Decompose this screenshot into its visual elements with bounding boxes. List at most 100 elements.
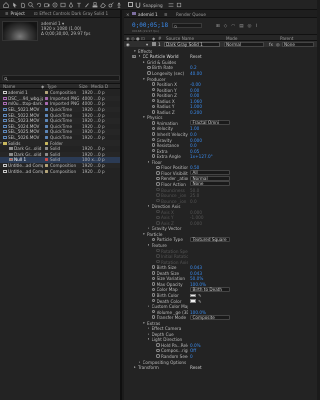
twirl-icon[interactable]: ▸ xyxy=(148,226,150,230)
effect-property-row[interactable]: ▸ Transform Reset xyxy=(124,364,317,370)
twirl-icon[interactable]: ▾ xyxy=(143,321,145,325)
stopwatch-icon[interactable] xyxy=(151,110,155,114)
snapping-checkbox[interactable] xyxy=(128,2,133,7)
layer-row[interactable]: ◉ ▾ 1 Dark Gray Solid 1 Normal fx ◎ None xyxy=(124,41,317,47)
stopwatch-icon[interactable] xyxy=(151,298,155,303)
twirl-icon[interactable]: ▾ xyxy=(148,243,150,247)
tab-project[interactable]: ≡ Project xyxy=(2,10,28,18)
project-item-row[interactable]: Untitle...ad Comp 02 Composition 1920 x...… xyxy=(0,168,120,174)
stopwatch-icon[interactable] xyxy=(156,354,160,358)
layer-mode-dropdown[interactable]: Normal xyxy=(224,41,264,47)
panel-menu-icon[interactable]: ≡ xyxy=(5,11,9,16)
pen-tool-icon[interactable] xyxy=(68,2,74,8)
stopwatch-icon[interactable] xyxy=(151,148,155,153)
twirl-icon[interactable]: ▸ xyxy=(148,326,150,330)
layer-name-field[interactable]: Dark Gray Solid 1 xyxy=(164,41,220,47)
stopwatch-icon[interactable] xyxy=(151,154,155,158)
stopwatch-icon[interactable] xyxy=(151,126,155,131)
label-color-swatch[interactable] xyxy=(45,141,48,145)
stopwatch-icon[interactable] xyxy=(151,93,155,97)
twirl-icon[interactable]: ▾ xyxy=(139,54,141,58)
label-color-swatch[interactable] xyxy=(45,169,48,173)
zoom-tool-icon[interactable] xyxy=(28,2,34,8)
label-color-swatch[interactable] xyxy=(45,124,48,128)
draft-3d-icon[interactable]: ◇ xyxy=(224,24,227,29)
project-search-input[interactable] xyxy=(2,75,120,81)
twirl-icon[interactable]: ▾ xyxy=(143,115,145,119)
effect-property-dropdown[interactable]: Normal xyxy=(190,175,230,181)
stopwatch-icon[interactable] xyxy=(151,104,155,108)
camera-tool-icon[interactable] xyxy=(44,2,50,8)
selection-tool-icon[interactable] xyxy=(12,2,18,8)
label-color-swatch[interactable] xyxy=(45,113,48,117)
stopwatch-icon[interactable] xyxy=(156,165,160,170)
hand-tool-icon[interactable] xyxy=(20,2,26,8)
stopwatch-icon[interactable] xyxy=(151,265,155,269)
label-color-swatch[interactable] xyxy=(45,108,48,112)
label-color-swatch[interactable] xyxy=(45,119,48,123)
stopwatch-icon[interactable] xyxy=(151,82,155,86)
current-time-display[interactable]: 0;00;05;18 xyxy=(132,22,168,29)
stopwatch-icon[interactable] xyxy=(147,65,151,70)
timeline-search-input[interactable] xyxy=(172,23,202,28)
stopwatch-icon[interactable] xyxy=(151,237,155,242)
rotate-tool-icon[interactable] xyxy=(36,2,42,8)
clone-stamp-tool-icon[interactable] xyxy=(92,2,98,8)
twirl-icon[interactable]: ▸ xyxy=(148,332,150,336)
layer-parent-dropdown[interactable]: None xyxy=(282,41,314,47)
effect-property-dropdown[interactable]: None xyxy=(190,181,230,187)
col-name-header[interactable]: Name xyxy=(3,84,41,89)
twirl-icon[interactable]: ▾ xyxy=(148,160,150,164)
close-icon[interactable]: × xyxy=(126,12,130,17)
stopwatch-icon[interactable] xyxy=(156,343,160,347)
col-type-header[interactable]: Type xyxy=(47,84,79,89)
snap-options-icon[interactable] xyxy=(168,2,174,8)
effect-property-dropdown[interactable]: All xyxy=(190,170,230,176)
twirl-icon[interactable]: ▸ xyxy=(143,60,145,64)
layer-label-swatch[interactable] xyxy=(152,42,156,46)
label-color-swatch[interactable] xyxy=(45,102,48,106)
tab-effect-controls[interactable]: ⊡ Effect Controls Dark Gray Solid 1 xyxy=(31,10,111,18)
twirl-icon[interactable]: ▸ xyxy=(139,360,141,364)
brush-tool-icon[interactable] xyxy=(84,2,90,8)
label-color-swatch[interactable] xyxy=(45,164,48,168)
home-icon[interactable] xyxy=(3,2,9,8)
col-media-header[interactable]: Media D xyxy=(91,84,111,89)
align-icon[interactable] xyxy=(176,2,182,8)
reset-link[interactable]: Reset xyxy=(190,365,250,370)
label-color-swatch[interactable] xyxy=(45,147,48,151)
motion-blur-icon[interactable]: ◎ xyxy=(247,24,251,29)
effect-property-dropdown[interactable]: Birth to Death xyxy=(190,286,230,292)
pickwhip-icon[interactable]: ◎ xyxy=(276,42,280,47)
graph-editor-icon[interactable]: ⌇ xyxy=(255,24,257,29)
label-color-swatch[interactable] xyxy=(45,152,48,156)
pan-behind-tool-icon[interactable] xyxy=(52,2,58,8)
stopwatch-icon[interactable] xyxy=(151,132,155,136)
tab-menu-icon[interactable]: ≡ xyxy=(164,12,168,17)
type-tool-icon[interactable] xyxy=(76,2,82,8)
stopwatch-icon[interactable] xyxy=(151,293,155,297)
stopwatch-icon[interactable] xyxy=(151,282,155,286)
stopwatch-icon[interactable] xyxy=(151,309,155,314)
frame-blending-icon[interactable]: ▤ xyxy=(239,24,243,29)
stopwatch-icon[interactable] xyxy=(151,98,155,103)
twirl-icon[interactable]: ▾ xyxy=(148,204,150,208)
stopwatch-icon[interactable] xyxy=(151,315,155,319)
twirl-icon[interactable]: ▾ xyxy=(143,232,145,236)
tab-render-queue[interactable]: Render Queue xyxy=(176,12,206,17)
label-color-swatch[interactable] xyxy=(45,96,48,100)
twirl-icon[interactable]: ▾ xyxy=(143,77,145,81)
label-color-swatch[interactable] xyxy=(45,130,48,134)
eraser-tool-icon[interactable] xyxy=(100,2,106,8)
twirl-icon[interactable]: ▾ xyxy=(148,337,150,341)
stopwatch-icon[interactable] xyxy=(156,171,160,175)
stopwatch-icon[interactable] xyxy=(151,276,155,281)
stopwatch-icon[interactable] xyxy=(147,71,151,75)
effect-property-dropdown[interactable]: Composite xyxy=(190,314,230,320)
effect-toggle-icon[interactable]: fx xyxy=(132,54,136,59)
twirl-icon[interactable]: ▸ xyxy=(134,365,136,369)
effect-property-dropdown[interactable]: Fractal Omni xyxy=(190,120,230,126)
stopwatch-icon[interactable] xyxy=(156,176,160,181)
label-color-swatch[interactable] xyxy=(45,91,48,95)
comp-flowchart-icon[interactable]: ⊞ xyxy=(216,24,220,29)
